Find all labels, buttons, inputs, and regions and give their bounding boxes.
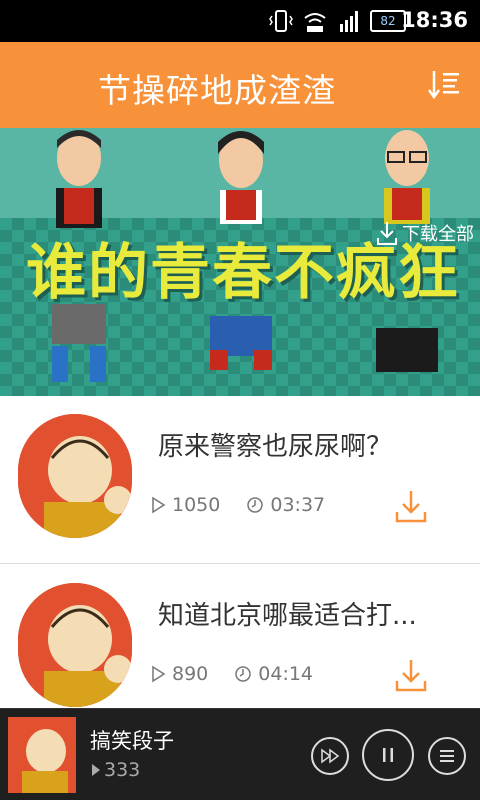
clock-icon bbox=[235, 666, 252, 682]
player-cover bbox=[8, 717, 76, 793]
play-count: 890 bbox=[172, 663, 209, 685]
playlist-button[interactable] bbox=[428, 737, 466, 775]
sort-list-icon[interactable] bbox=[427, 68, 462, 102]
fast-forward-icon bbox=[321, 748, 340, 764]
item-title: 知道北京哪最适合打... bbox=[158, 601, 417, 631]
player-title: 搞笑段子 bbox=[90, 729, 174, 753]
play-count-icon bbox=[152, 665, 166, 683]
download-icon[interactable] bbox=[394, 657, 428, 693]
status-time: 18:36 bbox=[401, 8, 468, 32]
item-thumbnail bbox=[18, 583, 132, 707]
duration: 04:14 bbox=[258, 663, 314, 685]
wifi-icon bbox=[302, 8, 328, 34]
mini-player[interactable]: 搞笑段子 333 bbox=[0, 708, 480, 800]
play-count-icon bbox=[152, 496, 166, 514]
battery-level: 82 bbox=[380, 14, 396, 28]
download-all-label: 下载全部 bbox=[402, 224, 474, 245]
pause-button[interactable] bbox=[362, 729, 414, 781]
page-title: 节操碎地成渣渣 bbox=[98, 71, 336, 110]
list-item[interactable]: 原来警察也尿尿啊？ 1050 03:37 bbox=[0, 396, 480, 564]
item-meta: 1050 03:37 bbox=[150, 494, 325, 516]
download-all-button[interactable]: 下载全部 bbox=[376, 220, 474, 246]
signal-icon bbox=[336, 8, 362, 34]
download-icon bbox=[377, 222, 397, 245]
menu-icon bbox=[440, 750, 454, 762]
item-title: 原来警察也尿尿啊？ bbox=[158, 432, 393, 462]
fast-forward-button[interactable] bbox=[311, 737, 349, 775]
banner[interactable]: 谁的青春不疯狂 下载全部 bbox=[0, 128, 480, 396]
pause-icon bbox=[383, 748, 393, 762]
duration: 03:37 bbox=[270, 494, 326, 516]
status-icons: 82 bbox=[268, 8, 406, 34]
download-icon[interactable] bbox=[394, 488, 428, 524]
status-bar: 82 18:36 bbox=[0, 0, 480, 42]
clock-icon bbox=[247, 497, 264, 513]
play-count: 1050 bbox=[172, 494, 221, 516]
item-thumbnail bbox=[18, 414, 132, 538]
player-count: 333 bbox=[104, 759, 141, 781]
play-count-icon bbox=[92, 764, 100, 776]
vibrate-icon bbox=[268, 8, 294, 34]
app-header: 节操碎地成渣渣 bbox=[0, 42, 480, 128]
player-count-row: 333 bbox=[90, 759, 140, 781]
item-meta: 890 04:14 bbox=[150, 663, 313, 685]
